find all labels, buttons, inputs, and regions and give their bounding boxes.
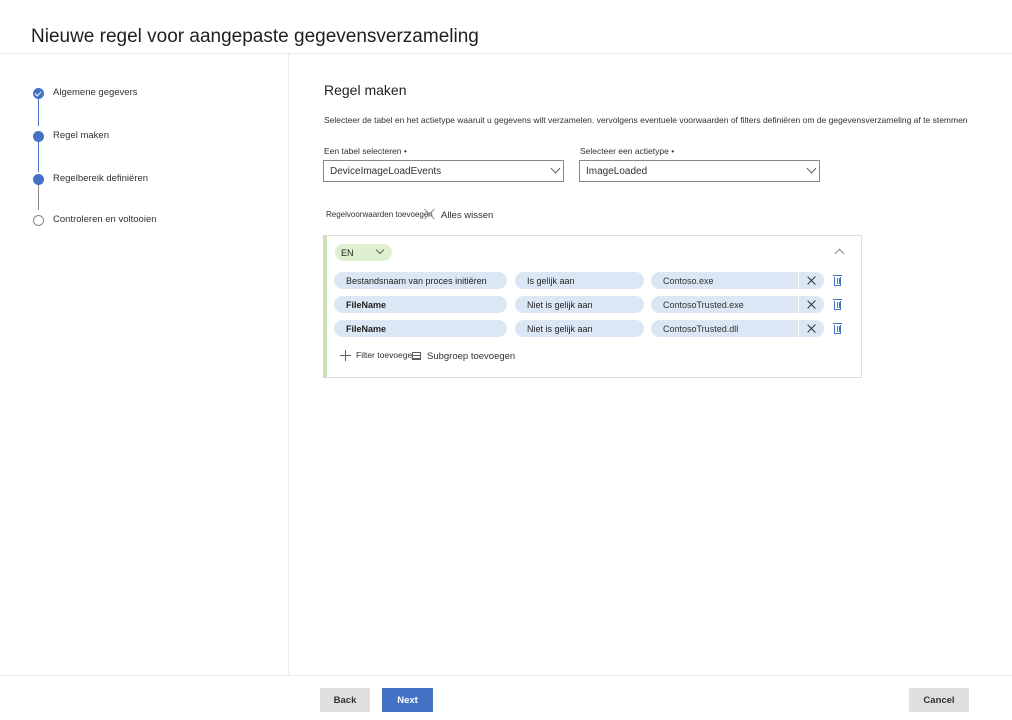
page-header: Nieuwe regel voor aangepaste gegevensver… [0,0,1012,54]
chevron-down-icon [375,245,385,255]
back-button[interactable]: Back [320,688,370,712]
condition-value-label: ContosoTrusted.exe [663,300,744,310]
clear-value-icon[interactable] [798,272,824,289]
clear-all-button[interactable]: Alles wissen [441,210,493,221]
trash-icon[interactable] [833,323,842,334]
step-dot-icon [33,131,44,142]
condition-value[interactable]: Contoso.exe [651,272,798,289]
step-label: Controleren en voltooien [53,214,157,225]
condition-field[interactable]: Bestandsnaam van proces initiëren [334,272,507,289]
check-icon [33,88,44,99]
step-connector [38,140,39,172]
section-title: Regel maken [324,82,407,98]
condition-value-label: ContosoTrusted.dll [663,324,739,334]
close-icon [424,208,436,220]
condition-value[interactable]: ContosoTrusted.dll [651,320,798,337]
action-type-select[interactable]: ImageLoaded [579,160,820,182]
condition-operator[interactable]: Niet is gelijk aan [515,320,644,337]
condition-field-label: FileName [346,300,387,310]
step-dot-icon [33,174,44,185]
operator-value: EN [341,248,354,258]
trash-icon[interactable] [833,275,842,286]
add-filter-button[interactable]: Filter toevoegen [356,350,417,360]
wizard-steps [0,54,289,676]
condition-operator[interactable]: Is gelijk aan [515,272,644,289]
condition-value-label: Contoso.exe [663,276,714,286]
next-button[interactable]: Next [382,688,433,712]
step-connector [38,98,39,126]
condition-field[interactable]: FileName [334,296,507,313]
section-description: Selecteer de tabel en het actietype waar… [324,115,968,125]
plus-icon [340,350,351,361]
condition-field-label: Bestandsnaam van proces initiëren [346,276,487,286]
condition-operator-label: Niet is gelijk aan [527,300,593,310]
step-dot-icon [33,215,44,226]
page-title: Nieuwe regel voor aangepaste gegevensver… [31,26,479,47]
trash-icon[interactable] [833,299,842,310]
footer-bar [0,675,1012,720]
add-conditions-button[interactable]: Regelvoorwaarden toevoegen [326,210,433,219]
condition-operator[interactable]: Niet is gelijk aan [515,296,644,313]
condition-operator-label: Niet is gelijk aan [527,324,593,334]
step-label: Algemene gegevers [53,87,138,98]
table-select-value: DeviceImageLoadEvents [330,166,442,177]
clear-value-icon[interactable] [798,296,824,313]
condition-field[interactable]: FileName [334,320,507,337]
action-type-label: Selecteer een actietype • [580,146,675,156]
step-label: Regelbereik definiëren [53,173,149,184]
action-type-value: ImageLoaded [586,166,648,177]
step-label: Regel maken [53,130,109,141]
table-select[interactable]: DeviceImageLoadEvents [323,160,564,182]
table-select-label: Een tabel selecteren • [324,146,407,156]
condition-field-label: FileName [346,324,387,334]
chevron-down-icon [550,163,561,174]
condition-operator-label: Is gelijk aan [527,276,575,286]
step-connector [38,184,39,210]
clear-value-icon[interactable] [798,320,824,337]
operator-select[interactable]: EN [335,244,392,261]
add-subgroup-button[interactable]: Subgroep toevoegen [427,351,515,362]
subgroup-icon [412,352,421,360]
cancel-button[interactable]: Cancel [909,688,969,712]
condition-value[interactable]: ContosoTrusted.exe [651,296,798,313]
chevron-down-icon [806,163,817,174]
